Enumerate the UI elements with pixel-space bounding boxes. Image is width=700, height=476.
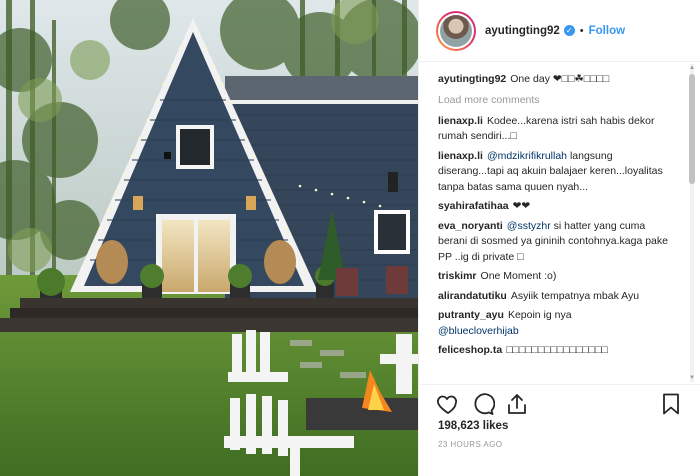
a-frame-house-photo xyxy=(0,0,418,476)
scroll-down-arrow-icon[interactable]: ▼ xyxy=(688,374,696,382)
post-side-panel: ayutingting92 ✓ • Follow ayutingting92 On… xyxy=(418,0,700,476)
comment-mention[interactable]: @mdzikrifikrullah xyxy=(487,150,567,162)
follow-button[interactable]: Follow xyxy=(589,25,625,37)
post-header: ayutingting92 ✓ • Follow xyxy=(419,0,700,62)
comment-username[interactable]: triskimr xyxy=(438,270,477,282)
comment-username[interactable]: lienaxp.li xyxy=(438,150,483,162)
comment-username[interactable]: syahirafatihaa xyxy=(438,200,509,212)
comment-item: eva_noryanti @sstyzhr si hatter yang cuma… xyxy=(438,219,671,266)
avatar[interactable] xyxy=(436,10,476,51)
caption-username[interactable]: ayutingting92 xyxy=(438,73,506,85)
comment-username[interactable]: putranty_ayu xyxy=(438,309,504,321)
comment-mention[interactable]: @sstyzhr xyxy=(507,220,551,232)
separator-dot: • xyxy=(579,24,584,37)
comment-item: alirandatutiku Asyiik tempatnya mbak Ayu xyxy=(438,289,671,305)
comment-item: lienaxp.li @mdzikrifikrullah langsung dis… xyxy=(438,149,671,196)
comment-text: Asyiik tempatnya mbak Ayu xyxy=(510,289,640,302)
bookmark-icon[interactable] xyxy=(659,392,683,416)
load-more-comments-button[interactable]: Load more comments xyxy=(438,94,671,106)
heart-icon[interactable] xyxy=(436,392,460,416)
post-actions-bar xyxy=(419,384,700,420)
comment-text: Kepoin ig nya xyxy=(507,309,572,321)
comment-mention[interactable]: @bluecloverhijab xyxy=(438,325,519,337)
comment-item: syahirafatihaa ❤❤ xyxy=(438,199,671,215)
comment-text: □□□□□□□□□□□□□□□□ xyxy=(506,344,608,356)
scrollbar-thumb[interactable] xyxy=(689,74,695,184)
post-photo xyxy=(0,0,418,476)
caption: ayutingting92 One day ❤□□☘□□□□ xyxy=(438,72,671,88)
comment-username[interactable]: lienaxp.li xyxy=(438,115,483,127)
comment-username[interactable]: feliceshop.ta xyxy=(438,344,502,356)
comment-text: ❤❤ xyxy=(512,200,531,212)
comment-username[interactable]: alirandatutiku xyxy=(438,290,507,302)
comment-username[interactable]: eva_noryanti xyxy=(438,220,503,232)
verified-check-icon: ✓ xyxy=(563,25,575,36)
comment-bubble-icon[interactable] xyxy=(471,392,495,416)
likes-count[interactable]: 198,623 likes xyxy=(438,420,508,432)
comment-item: lienaxp.li Kodee...karena istri sah habis… xyxy=(438,114,671,145)
comment-item: putranty_ayu Kepoin ig nya @bluecloverhij… xyxy=(438,308,671,339)
caption-text: One day ❤□□☘□□□□ xyxy=(510,73,610,85)
post-timestamp: 23 HOURS AGO xyxy=(438,440,503,449)
comment-item: feliceshop.ta □□□□□□□□□□□□□□□□ xyxy=(438,343,671,359)
scroll-up-arrow-icon[interactable]: ▲ xyxy=(688,64,696,72)
post-author-username[interactable]: ayutingting92 xyxy=(485,25,560,37)
share-upload-icon[interactable] xyxy=(505,392,529,416)
comments-scrollbar[interactable]: ▲ ▼ xyxy=(688,64,696,382)
comments-list: ayutingting92 One day ❤□□☘□□□□ Load more … xyxy=(419,62,700,382)
comment-text: One Moment :o) xyxy=(480,270,557,282)
comment-item: triskimr One Moment :o) xyxy=(438,269,671,285)
